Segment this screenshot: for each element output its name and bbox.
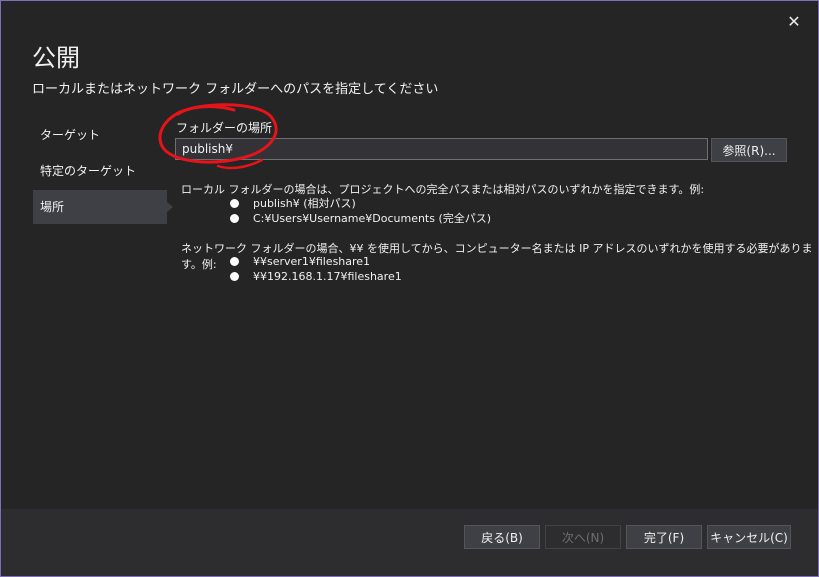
cancel-button[interactable]: キャンセル(C)	[707, 525, 791, 549]
page-subtitle: ローカルまたはネットワーク フォルダーへのパスを指定してください	[32, 82, 439, 97]
back-button[interactable]: 戻る(B)	[464, 525, 540, 549]
list-item: publish¥ (相対パス)	[230, 195, 356, 211]
sidebar-nav: ターゲット 特定のターゲット 場所	[33, 118, 173, 226]
list-item: ¥¥server1¥fileshare1	[230, 255, 370, 268]
sidebar-item-target[interactable]: ターゲット	[33, 118, 167, 152]
browse-button[interactable]: 参照(R)...	[711, 138, 787, 162]
bullet-icon	[230, 198, 239, 208]
list-item: C:¥Users¥Username¥Documents (完全パス)	[230, 210, 491, 226]
network-example-ip: ¥¥192.168.1.17¥fileshare1	[253, 270, 402, 283]
network-example-server: ¥¥server1¥fileshare1	[253, 255, 371, 268]
bullet-icon	[230, 213, 239, 223]
page-title: 公開	[32, 44, 80, 72]
close-icon[interactable]: ✕	[783, 10, 805, 32]
local-example-relative: publish¥ (相対パス)	[253, 197, 356, 210]
local-example-full: C:¥Users¥Username¥Documents (完全パス)	[253, 212, 492, 225]
sidebar-item-location[interactable]: 場所	[33, 190, 173, 224]
folder-location-label: フォルダーの場所	[176, 121, 273, 135]
next-button[interactable]: 次へ(N)	[545, 525, 621, 549]
folder-location-input[interactable]: publish¥	[175, 138, 708, 160]
finish-button[interactable]: 完了(F)	[626, 525, 702, 549]
sidebar-item-specific-target[interactable]: 特定のターゲット	[33, 154, 167, 188]
bullet-icon	[230, 257, 239, 266]
bullet-icon	[230, 272, 239, 281]
list-item: ¥¥192.168.1.17¥fileshare1	[230, 270, 402, 283]
